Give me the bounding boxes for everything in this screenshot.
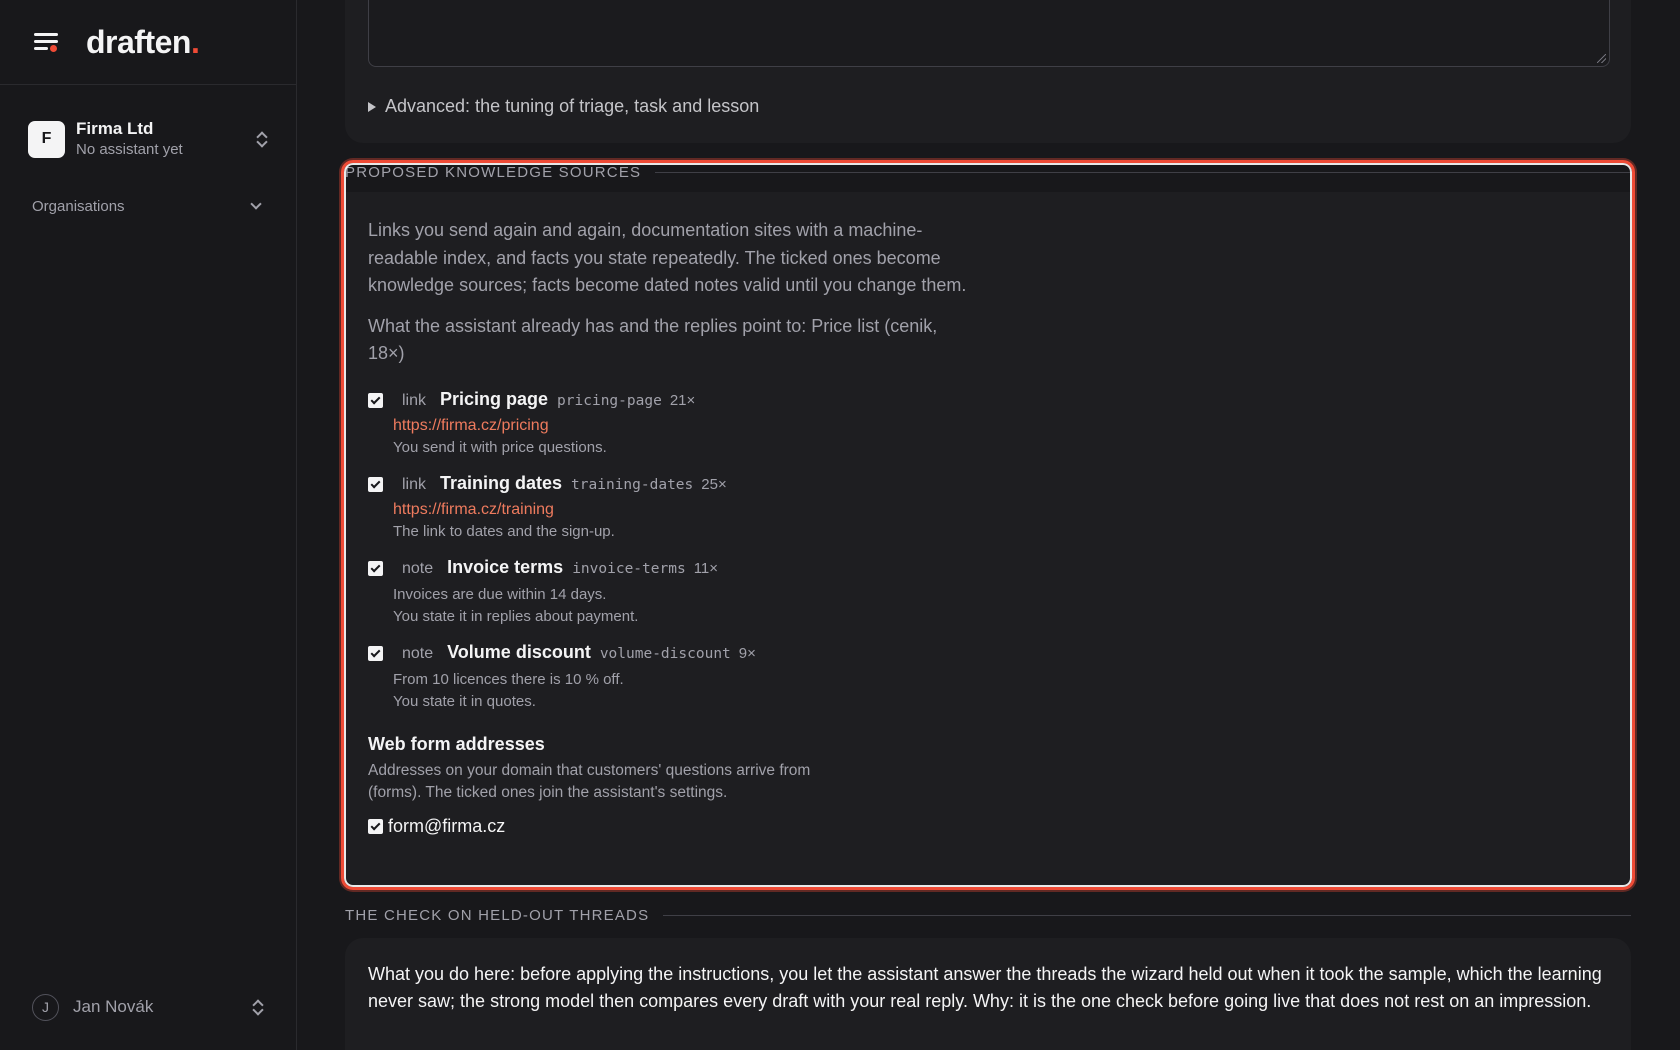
checkbox-checked-icon[interactable]: [368, 476, 383, 492]
web-forms-description: Addresses on your domain that customers'…: [368, 761, 811, 801]
source-fact: Invoices are due within 14 days.: [393, 585, 607, 603]
organisations-toggle[interactable]: Organisations: [32, 198, 264, 215]
source-title: Volume discount: [447, 641, 591, 662]
source-slug: pricing-page: [557, 392, 662, 409]
user-name: Jan Novák: [73, 997, 154, 1016]
user-switcher[interactable]: J Jan Novák: [32, 993, 264, 1021]
web-form-address: form@firma.cz: [388, 815, 506, 836]
instructions-card: Advanced: the tuning of triage, task and…: [345, 0, 1631, 143]
knowledge-sources-heading: PROPOSED KNOWLEDGE SOURCES: [345, 164, 1631, 181]
source-slug: invoice-terms: [572, 560, 686, 577]
source-description: You send it with price questions.: [393, 438, 607, 456]
source-url[interactable]: https://firma.cz/pricing: [393, 415, 695, 437]
updown-icon: [252, 998, 264, 1016]
held-out-check-text: What you do here: before applying the in…: [368, 964, 1602, 1011]
source-slug: training-dates: [571, 476, 694, 493]
org-subtitle: No assistant yet: [76, 141, 183, 158]
web-forms-title: Web form addresses: [368, 733, 545, 754]
source-count: 21×: [669, 391, 696, 409]
source-item: note Volume discount volume-discount 9× …: [368, 642, 968, 713]
main-content: Advanced: the tuning of triage, task and…: [298, 0, 1680, 1050]
resize-handle-icon[interactable]: [1597, 54, 1606, 63]
advanced-toggle[interactable]: Advanced: the tuning of triage, task and…: [368, 96, 759, 117]
org-name: Firma Ltd: [76, 119, 154, 138]
source-kind: note: [402, 559, 434, 577]
menu-icon[interactable]: [32, 30, 62, 54]
brand-bar: draften.: [0, 0, 296, 85]
source-url[interactable]: https://firma.cz/training: [393, 499, 727, 521]
sidebar: draften. F Firma Ltd No assistant yet Or…: [0, 0, 297, 1050]
held-out-check-heading: THE CHECK ON HELD-OUT THREADS: [345, 907, 1631, 924]
held-out-check-card: What you do here: before applying the in…: [345, 938, 1631, 1050]
source-description: You state it in replies about payment.: [393, 607, 639, 625]
advanced-label: Advanced: the tuning of triage, task and…: [385, 96, 760, 116]
source-list: link Pricing page pricing-page 21× https…: [368, 389, 968, 713]
checkbox-checked-icon[interactable]: [368, 645, 383, 661]
source-kind: link: [402, 391, 427, 409]
knowledge-sources-intro: Links you send again and again, document…: [368, 220, 967, 295]
source-kind: link: [402, 475, 427, 493]
updown-icon: [256, 130, 268, 148]
logo[interactable]: draften.: [86, 24, 200, 61]
source-count: 11×: [693, 559, 719, 577]
source-item: link Training dates training-dates 25× h…: [368, 473, 968, 543]
disclosure-triangle-icon: [368, 101, 376, 112]
checkbox-checked-icon[interactable]: [368, 560, 383, 576]
source-item: note Invoice terms invoice-terms 11× Inv…: [368, 557, 968, 628]
source-description: The link to dates and the sign-up.: [393, 522, 615, 540]
source-fact: From 10 licences there is 10 % off.: [393, 670, 624, 688]
org-switcher[interactable]: F Firma Ltd No assistant yet: [28, 117, 268, 161]
source-slug: volume-discount: [599, 645, 731, 662]
source-kind: note: [402, 644, 434, 662]
source-description: You state it in quotes.: [393, 692, 536, 710]
knowledge-sources-card: Links you send again and again, document…: [345, 192, 1631, 887]
user-avatar: J: [32, 993, 59, 1021]
org-avatar: F: [28, 120, 65, 158]
source-title: Invoice terms: [447, 556, 564, 577]
chevron-down-icon: [250, 198, 262, 210]
source-title: Training dates: [440, 472, 563, 493]
instructions-textarea[interactable]: [368, 0, 1610, 67]
organisations-label: Organisations: [32, 198, 125, 215]
existing-sources-text: What the assistant already has and the r…: [368, 315, 938, 364]
source-item: link Pricing page pricing-page 21× https…: [368, 389, 968, 459]
checkbox-checked-icon[interactable]: [368, 818, 383, 834]
source-count: 25×: [701, 475, 727, 493]
source-count: 9×: [738, 644, 756, 662]
source-title: Pricing page: [440, 388, 549, 409]
web-form-address-row[interactable]: form@firma.cz: [368, 816, 968, 837]
checkbox-checked-icon[interactable]: [368, 392, 383, 408]
